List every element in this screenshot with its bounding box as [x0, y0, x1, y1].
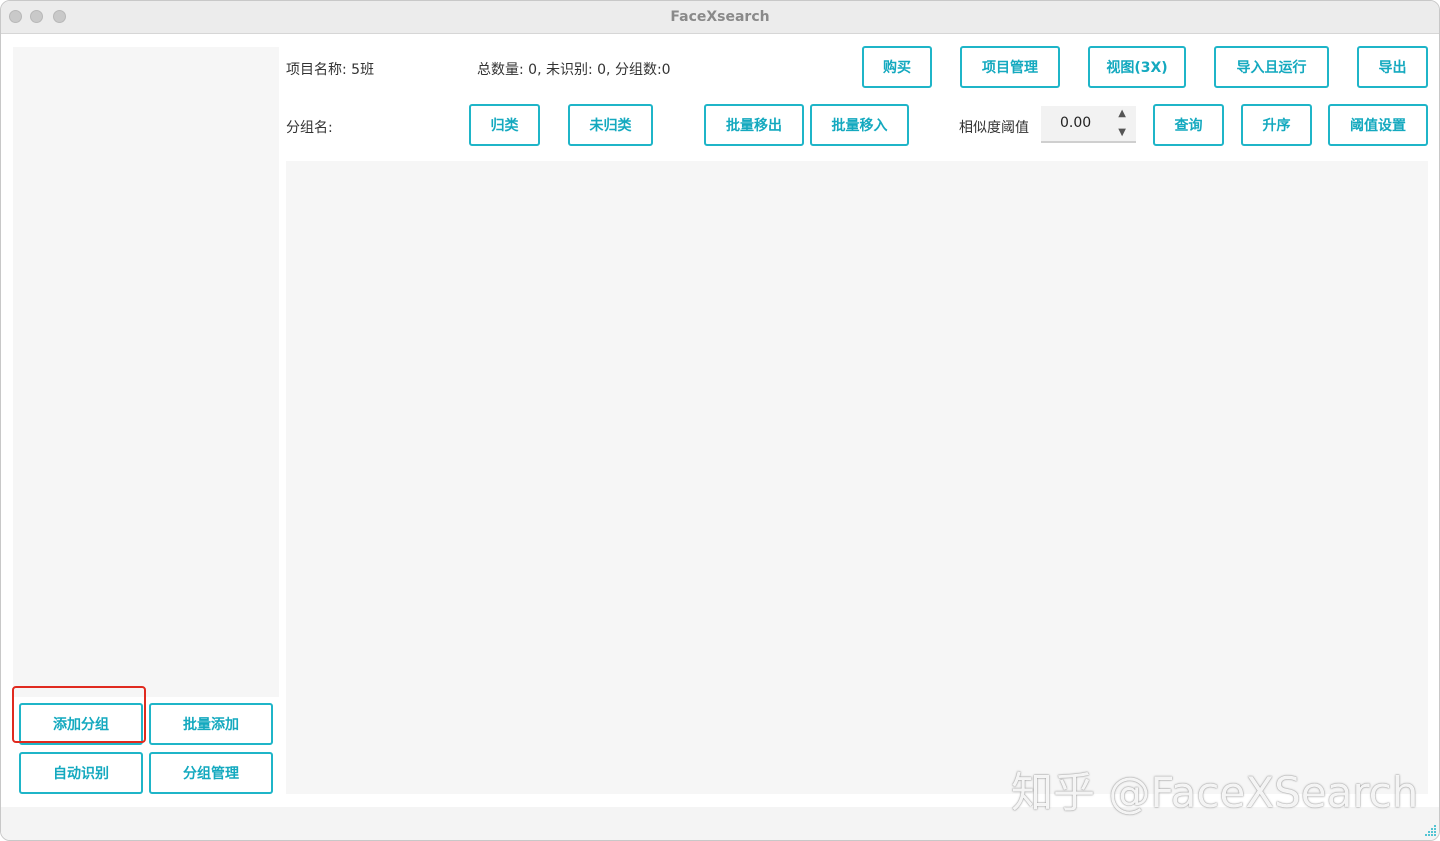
decrement-arrow-icon[interactable]: ▼ [1118, 128, 1126, 138]
project-name-label: 项目名称: 5班 [286, 62, 375, 78]
threshold-settings-button[interactable]: 阈值设置 [1328, 104, 1428, 146]
watermark: 知乎 @FaceXSearch [1011, 768, 1419, 817]
group-name-label: 分组名: [286, 120, 333, 136]
project-manage-button[interactable]: 项目管理 [960, 46, 1060, 88]
export-button[interactable]: 导出 [1357, 46, 1428, 88]
title-bar[interactable]: FaceXsearch [1, 1, 1439, 34]
highlight-box [12, 686, 146, 743]
threshold-spinbox[interactable]: 0.00 ▲ ▼ [1041, 106, 1136, 143]
unclassified-button[interactable]: 未归类 [568, 104, 653, 146]
classify-button[interactable]: 归类 [469, 104, 540, 146]
batch-move-in-button[interactable]: 批量移入 [810, 104, 909, 146]
group-list-panel[interactable] [13, 47, 279, 697]
threshold-value[interactable]: 0.00 [1060, 115, 1091, 131]
increment-arrow-icon[interactable]: ▲ [1118, 109, 1126, 119]
app-window: FaceXsearch 项目名称: 5班 总数量: 0, 未识别: 0, 分组数… [0, 0, 1440, 841]
threshold-label: 相似度阈值 [959, 120, 1029, 136]
batch-move-out-button[interactable]: 批量移出 [704, 104, 804, 146]
resize-grip-icon[interactable] [1421, 822, 1437, 838]
view-button[interactable]: 视图(3X) [1088, 46, 1186, 88]
stats-label: 总数量: 0, 未识别: 0, 分组数:0 [477, 62, 671, 78]
query-button[interactable]: 查询 [1153, 104, 1224, 146]
window-title: FaceXsearch [670, 9, 770, 25]
buy-button[interactable]: 购买 [862, 46, 932, 88]
ascending-button[interactable]: 升序 [1241, 104, 1312, 146]
group-manage-button[interactable]: 分组管理 [149, 752, 273, 794]
batch-add-button[interactable]: 批量添加 [149, 703, 273, 745]
image-grid-panel[interactable] [286, 161, 1428, 794]
auto-recognize-button[interactable]: 自动识别 [19, 752, 143, 794]
import-run-button[interactable]: 导入且运行 [1214, 46, 1329, 88]
